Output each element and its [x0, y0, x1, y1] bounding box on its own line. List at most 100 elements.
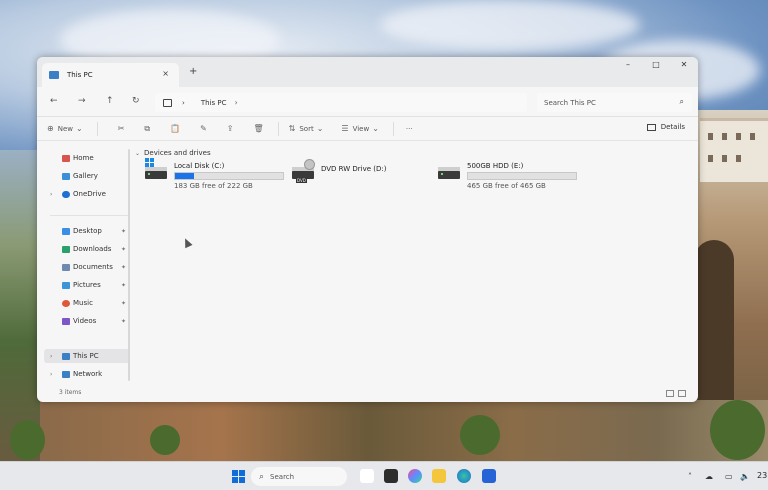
- sidebar-item-documents[interactable]: Documents ✦: [44, 260, 130, 274]
- breadcrumb-this-pc[interactable]: This PC: [201, 99, 227, 107]
- pin-icon: ✦: [120, 263, 126, 271]
- sidebar-item-music[interactable]: Music ✦: [44, 296, 130, 310]
- cut-icon: ✂: [117, 124, 125, 133]
- search-placeholder: Search This PC: [544, 98, 596, 107]
- sidebar-item-home[interactable]: Home: [44, 151, 130, 165]
- search-icon: ⌕: [679, 97, 684, 106]
- cut-button[interactable]: ✂: [118, 124, 129, 133]
- breadcrumb-chevron-icon[interactable]: ›: [234, 98, 237, 107]
- share-button[interactable]: ⇪: [227, 124, 238, 133]
- store-icon[interactable]: [482, 469, 496, 483]
- sidebar-item-network[interactable]: › Network: [44, 367, 130, 381]
- details-button[interactable]: Details: [646, 123, 685, 131]
- address-bar[interactable]: › This PC ›: [155, 93, 527, 112]
- sidebar-item-videos[interactable]: Videos ✦: [44, 314, 130, 328]
- sidebar-item-pictures[interactable]: Pictures ✦: [44, 278, 130, 292]
- more-icon: ···: [405, 124, 413, 133]
- edge-icon[interactable]: [457, 469, 471, 483]
- search-box[interactable]: Search This PC ⌕: [537, 93, 692, 112]
- file-explorer-window: This PC × + – □ ✕ ← → ↑ ↻ › This PC › Se…: [37, 57, 698, 402]
- close-button[interactable]: ✕: [670, 57, 698, 73]
- expand-chevron-icon[interactable]: ›: [50, 191, 52, 198]
- clock[interactable]: 23: [757, 471, 767, 480]
- drive-usage-bar: [174, 172, 284, 180]
- sidebar-item-desktop[interactable]: Desktop ✦: [44, 224, 130, 238]
- sort-button[interactable]: ⇅ Sort ⌄: [289, 124, 328, 133]
- tab-this-pc[interactable]: This PC ×: [42, 63, 179, 87]
- sidebar-item-gallery[interactable]: Gallery: [44, 169, 130, 183]
- new-label: New: [57, 124, 73, 133]
- expand-chevron-icon[interactable]: ›: [50, 371, 52, 378]
- task-view-icon[interactable]: [360, 469, 374, 483]
- tiles-view-icon[interactable]: [678, 390, 686, 397]
- wallpaper-tree: [150, 425, 180, 455]
- close-tab-icon[interactable]: ×: [162, 69, 169, 78]
- wallpaper-bridge-arch: [694, 240, 734, 410]
- back-button[interactable]: ←: [50, 96, 58, 106]
- share-icon: ⇪: [226, 124, 234, 133]
- maximize-button[interactable]: □: [642, 57, 670, 73]
- refresh-button[interactable]: ↻: [132, 96, 140, 106]
- sort-icon: ⇅: [288, 124, 296, 133]
- forward-button[interactable]: →: [78, 96, 86, 106]
- expand-chevron-icon[interactable]: ›: [50, 353, 52, 360]
- drive-free-space: 183 GB free of 222 GB: [174, 182, 253, 190]
- tab-bar: This PC × + – □ ✕: [37, 57, 698, 87]
- drive-dvd-rw-d[interactable]: DVD DVD RW Drive (D:): [292, 159, 442, 191]
- copy-button[interactable]: ⧉: [144, 124, 154, 134]
- navigation-pane: Home Gallery › OneDrive Desktop ✦ Downlo…: [44, 145, 130, 397]
- up-button[interactable]: ↑: [106, 96, 114, 106]
- details-view-icon[interactable]: [666, 390, 674, 397]
- group-title: Devices and drives: [144, 149, 211, 157]
- drive-hdd-e[interactable]: 500GB HDD (E:) 465 GB free of 465 GB: [438, 161, 588, 191]
- pc-icon: [163, 98, 172, 107]
- wallpaper-tree: [10, 420, 45, 460]
- sidebar-item-label: Videos: [73, 317, 97, 325]
- volume-icon[interactable]: 🔈: [740, 472, 750, 481]
- delete-button[interactable]: 🗑: [253, 124, 267, 133]
- sidebar-item-label: Pictures: [73, 281, 101, 289]
- address-bar-row: ← → ↑ ↻ › This PC › Search This PC ⌕: [37, 87, 698, 117]
- drive-name: 500GB HDD (E:): [467, 162, 524, 170]
- pin-icon: ✦: [120, 227, 126, 235]
- divider: [96, 121, 98, 136]
- widgets-icon[interactable]: [384, 469, 398, 483]
- sidebar-item-downloads[interactable]: Downloads ✦: [44, 242, 130, 256]
- copilot-icon[interactable]: [408, 469, 422, 483]
- minimize-button[interactable]: –: [614, 57, 642, 73]
- home-icon: [62, 154, 70, 162]
- dvd-badge: DVD: [296, 178, 307, 183]
- cloud-sync-icon[interactable]: ☁: [705, 472, 713, 481]
- more-options-button[interactable]: ···: [406, 125, 413, 133]
- sidebar-item-label: OneDrive: [73, 190, 106, 198]
- drive-name: Local Disk (C:): [174, 162, 225, 170]
- copy-icon: ⧉: [144, 123, 151, 133]
- view-toggle: [662, 390, 686, 397]
- display-icon[interactable]: ▭: [725, 472, 733, 481]
- sidebar-item-this-pc[interactable]: › This PC: [44, 349, 130, 363]
- search-icon: ⌕: [259, 471, 265, 482]
- drive-local-disk-c[interactable]: Local Disk (C:) 183 GB free of 222 GB: [145, 158, 295, 191]
- taskbar: ⌕ Search ˄ ☁ ▭ 🔈 23: [0, 461, 768, 490]
- new-button[interactable]: ⊕ New ⌄: [47, 124, 87, 133]
- rename-button[interactable]: ✎: [200, 124, 211, 133]
- divider: [50, 215, 128, 216]
- details-pane-icon: [646, 123, 656, 131]
- windows-drive-icon: [145, 158, 169, 181]
- view-button[interactable]: ☰ View ⌄: [341, 124, 383, 133]
- desktop-icon: [62, 227, 70, 235]
- disc-icon: [304, 159, 315, 170]
- sidebar-item-onedrive[interactable]: › OneDrive: [44, 187, 130, 201]
- view-label: View: [352, 124, 370, 133]
- taskbar-search[interactable]: ⌕ Search: [251, 467, 347, 486]
- sidebar-item-label: Gallery: [73, 172, 98, 180]
- sidebar-scrollbar[interactable]: [128, 149, 130, 381]
- file-explorer-icon[interactable]: [432, 469, 446, 483]
- paste-button[interactable]: 📋: [170, 124, 184, 133]
- chevron-up-icon[interactable]: ˄: [688, 472, 692, 481]
- dvd-drive-icon: DVD: [292, 159, 316, 183]
- start-button[interactable]: [232, 470, 245, 483]
- group-header-devices[interactable]: ⌄ Devices and drives: [135, 149, 211, 157]
- command-bar: ⊕ New ⌄ ✂ ⧉ 📋 ✎ ⇪ 🗑 ⇅ Sort ⌄ ☰ View ⌄ ··…: [37, 117, 698, 141]
- new-tab-button[interactable]: +: [189, 66, 197, 77]
